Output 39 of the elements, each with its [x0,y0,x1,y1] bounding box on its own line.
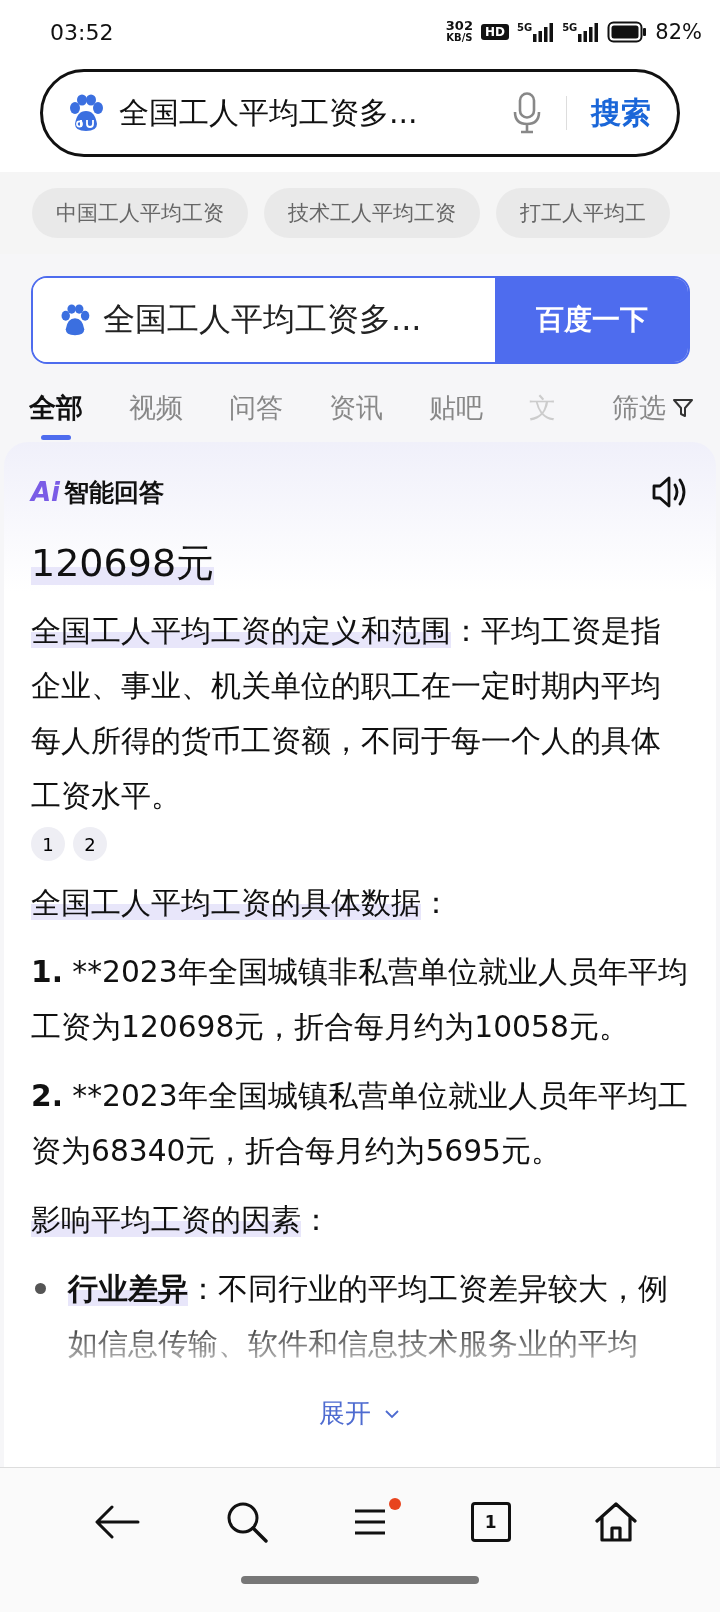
battery-icon [607,21,648,43]
ai-label: Ai [31,477,61,507]
microphone-icon[interactable] [512,92,542,134]
chevron-down-icon [383,1407,401,1420]
colon: ： [421,885,451,920]
bullet-icon [35,1283,46,1294]
battery-percent: 82% [655,20,702,44]
clock: 03:52 [50,19,114,45]
hd-badge: HD [480,24,509,40]
home-icon[interactable] [594,1501,639,1543]
tab[interactable]: 贴吧 [429,384,483,444]
search-field[interactable]: 全国工人平均工资多... 搜索 [40,69,680,157]
tab[interactable]: 问答 [229,384,283,444]
search-query: 全国工人平均工资多... [119,93,419,132]
related-search-chip[interactable]: 打工人平均工 [496,188,670,238]
tabs-button[interactable]: 1 [470,1502,511,1542]
section-heading: 全国工人平均工资的具体数据 [31,885,421,920]
tab[interactable]: 全部 [29,384,83,444]
menu-icon[interactable] [353,1508,387,1536]
answer-title: 智能回答 [64,476,165,509]
filter-icon [672,397,694,419]
citation-link[interactable]: 1 [31,827,65,861]
list-item: 2. **2023年全国城镇私营单位就业人员年平均工资为68340元，折合每月约为5695元。 [31,1078,688,1168]
list-item: 行业差异：不同行业的平均工资差异较大，例如信息传输、软件和信息技术服务业的平均 [68,1270,669,1363]
colon: ： [301,1202,331,1237]
related-search-chip[interactable]: 中国工人平均工资 [32,188,248,238]
citation-link[interactable]: 2 [73,827,107,861]
list-item: 1. **2023年全国城镇非私营单位就业人员年平均工资为120698元，折合每月约为10058元。 [31,954,688,1044]
search-icon[interactable] [225,1500,270,1544]
network-speed: 302 KB/S [445,20,473,44]
answer-paragraph: 全国工人平均工资的定义和范围：平均工资是指企业、事业、机关单位的职工在一定时期内平均每人所得的货币工资额，不同于每一个人的具体工资水平。 [31,612,662,815]
tab[interactable]: 视频 [129,384,183,444]
paw-logo-icon [67,94,105,132]
filter-button[interactable]: 筛选 [612,384,694,432]
related-search-chip[interactable]: 技术工人平均工资 [264,188,480,238]
search-button[interactable]: 搜索 [591,92,651,134]
expand-button[interactable]: 展开 [313,1395,407,1432]
tab[interactable]: 资讯 [329,384,383,444]
section-heading: 影响平均工资的因素 [31,1202,301,1237]
